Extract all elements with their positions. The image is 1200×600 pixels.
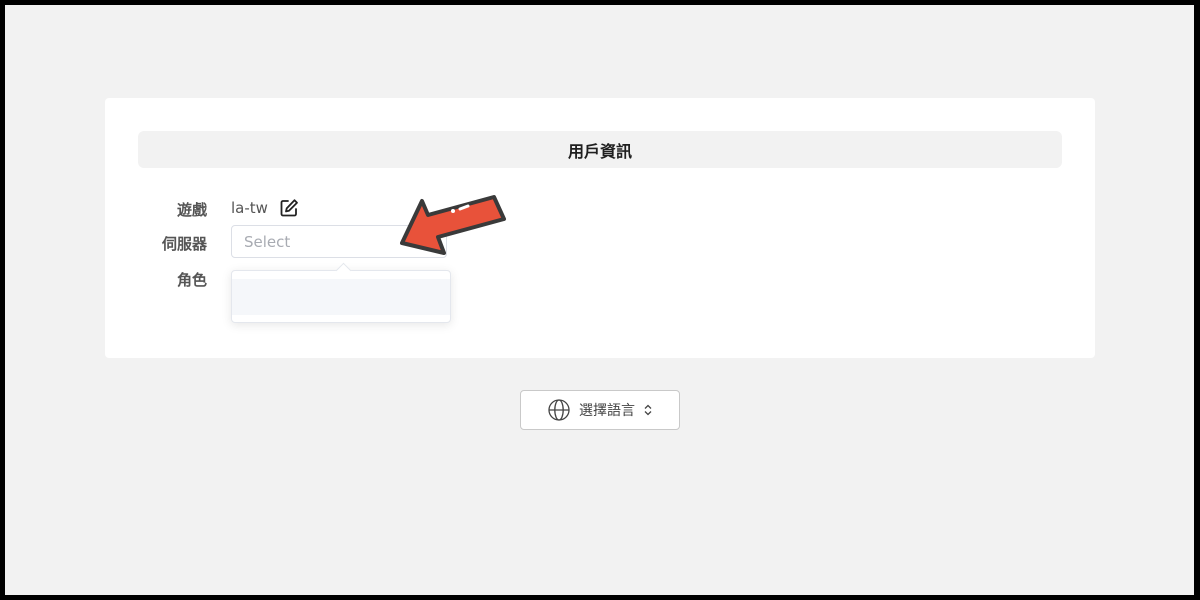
server-label: 伺服器	[161, 235, 207, 253]
server-select-placeholder: Select	[244, 232, 291, 251]
dropdown-caret	[335, 262, 352, 279]
server-dropdown	[231, 262, 451, 323]
page-background: 用戶資訊 遊戲 la-tw 伺服器 Select 角色 選擇語言	[5, 5, 1194, 595]
user-info-card: 用戶資訊 遊戲 la-tw 伺服器 Select 角色	[105, 98, 1095, 358]
role-label: 角色	[176, 271, 207, 289]
language-select-button[interactable]: 選擇語言	[520, 390, 680, 430]
language-label: 選擇語言	[579, 403, 635, 419]
globe-icon	[548, 399, 570, 421]
game-label: 遊戲	[176, 201, 207, 219]
edit-icon[interactable]	[279, 198, 299, 218]
pointer-arrow-icon	[400, 195, 506, 255]
card-title: 用戶資訊	[138, 131, 1062, 168]
chevron-up-down-icon	[644, 404, 652, 416]
game-value: la-tw	[231, 199, 268, 217]
dropdown-option-area[interactable]	[232, 279, 450, 315]
